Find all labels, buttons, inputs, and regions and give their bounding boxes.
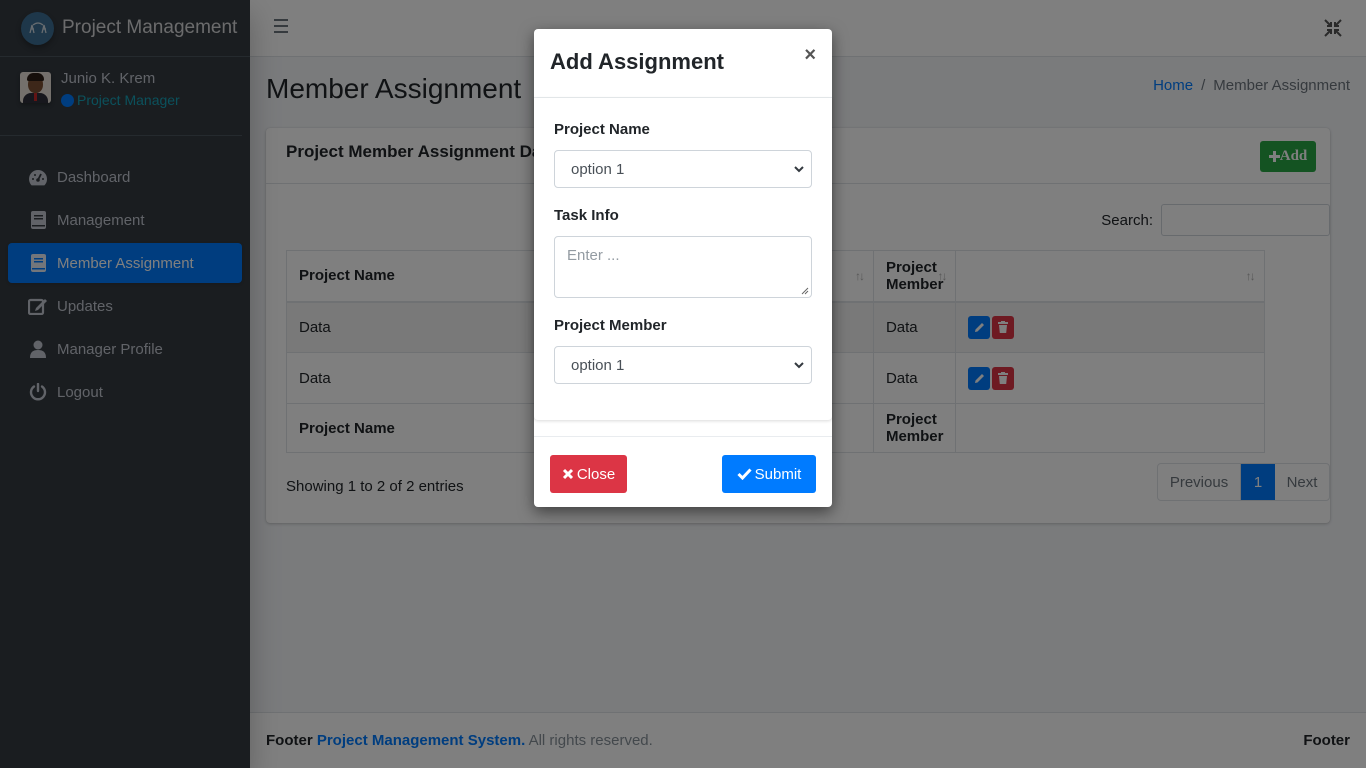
project-member-label: Project Member bbox=[554, 317, 667, 334]
submit-button[interactable]: Submit bbox=[722, 455, 816, 493]
modal-title: Add Assignment bbox=[550, 49, 724, 74]
task-info-label: Task Info bbox=[554, 207, 619, 224]
chevron-down-icon bbox=[794, 166, 804, 173]
submit-button-label: Submit bbox=[754, 465, 802, 483]
project-member-value: option 1 bbox=[571, 356, 625, 374]
task-info-placeholder: Enter ... bbox=[567, 247, 620, 264]
project-name-label: Project Name bbox=[554, 121, 650, 138]
resize-handle-icon[interactable] bbox=[800, 286, 809, 295]
modal-header: Add Assignment × bbox=[534, 29, 832, 98]
modal-footer: Close Submit bbox=[534, 436, 832, 507]
close-x-icon bbox=[562, 468, 573, 480]
modal-close-icon[interactable]: × bbox=[804, 45, 816, 65]
project-name-select[interactable]: option 1 bbox=[554, 150, 812, 188]
add-assignment-modal: Add Assignment × Project Name option 1 T… bbox=[534, 29, 832, 507]
close-button-label: Close bbox=[576, 465, 616, 483]
close-button[interactable]: Close bbox=[550, 455, 627, 493]
chevron-down-icon bbox=[794, 362, 804, 369]
modal-body: Project Name option 1 Task Info Enter ..… bbox=[534, 98, 832, 420]
project-name-value: option 1 bbox=[571, 160, 625, 178]
check-icon bbox=[737, 468, 752, 480]
task-info-textarea[interactable]: Enter ... bbox=[554, 236, 812, 298]
project-member-select[interactable]: option 1 bbox=[554, 346, 812, 384]
